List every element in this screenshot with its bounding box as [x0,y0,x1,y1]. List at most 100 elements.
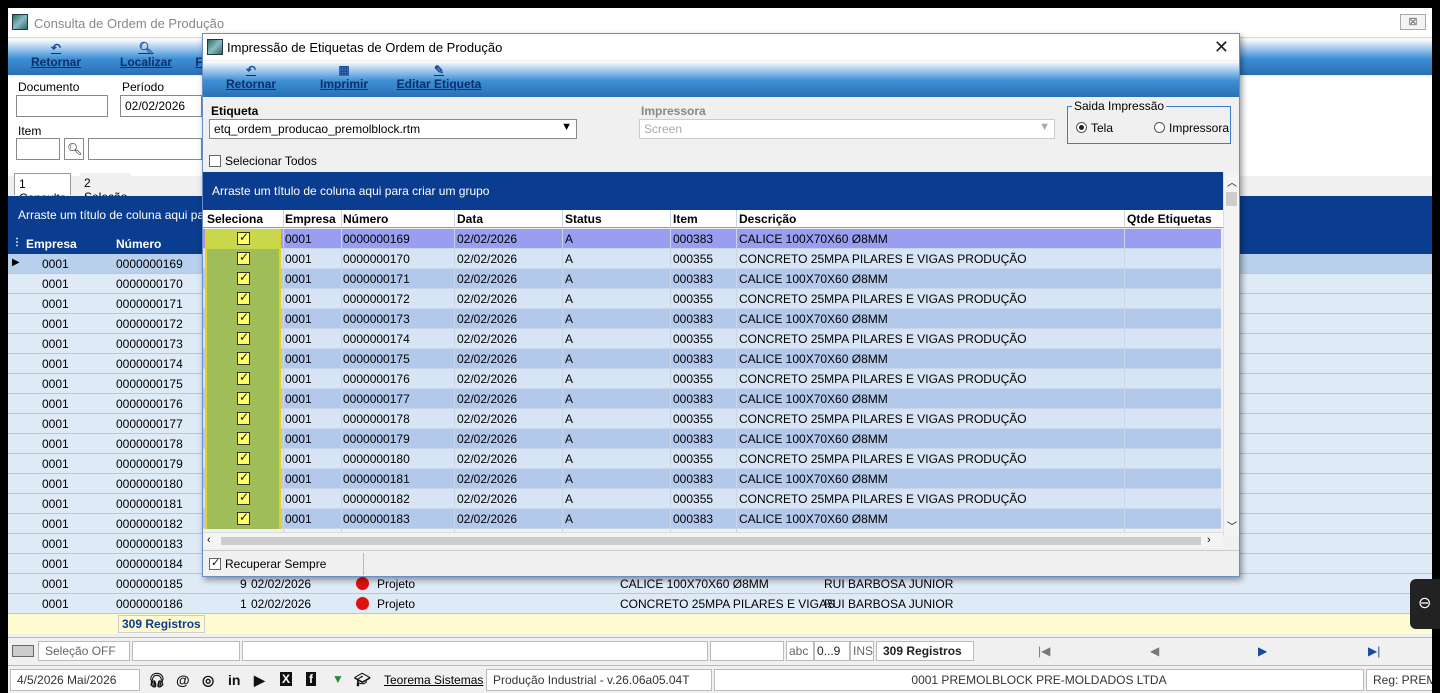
table-row[interactable]: 0001 0000000179 02/02/2026 A 000383 CALICE 10… [203,429,1221,449]
checkbox-checked-icon[interactable] [237,230,250,245]
tab-consulta[interactable]: 1 Consulta [14,173,72,205]
checkbox-checked-icon[interactable] [237,510,250,525]
table-row[interactable]: 0001 0000000175 02/02/2026 A 000383 CALICE 10… [203,349,1221,369]
selecionar-todos-checkbox[interactable]: Selecionar Todos [209,154,317,168]
next-record-icon[interactable]: ▶ [1258,644,1267,658]
col-qtde[interactable]: Qtde Etiquetas [1127,212,1212,226]
instagram-icon[interactable]: ◎ [202,672,214,689]
col-numero[interactable]: Número [343,212,388,226]
seleciona-cell[interactable] [205,349,281,369]
seleciona-cell[interactable] [205,429,281,449]
seleciona-cell[interactable] [205,509,281,529]
search-icon[interactable]: 🔍︎ [64,138,84,160]
col-status[interactable]: Status [565,212,602,226]
checkbox-checked-icon[interactable] [237,290,250,305]
table-row[interactable]: 0001 0000000180 02/02/2026 A 000355 CONCRETO … [203,449,1221,469]
side-panel-toggle[interactable]: ⊖ [1410,579,1440,629]
imprimir-button[interactable]: ▦ Imprimir [315,63,373,91]
checkbox-checked-icon[interactable] [237,450,250,465]
impressora-select[interactable]: Screen ▼ [639,119,1055,139]
table-row[interactable]: 0001 0000000172 02/02/2026 A 000355 CONCRETO … [203,289,1221,309]
checkbox-checked-icon[interactable] [237,470,250,485]
table-row[interactable]: 0001 0000000185 9 02/02/2026 Projeto CAL… [8,574,1432,594]
headphones-icon[interactable]: 🎧︎ [148,672,166,689]
table-row[interactable]: 0001 0000000186 1 02/02/2026 Projeto CON… [8,594,1432,614]
selecao-status[interactable]: Seleção OFF [38,641,130,661]
checkbox-checked-icon[interactable] [237,410,250,425]
table-row[interactable]: 0001 0000000173 02/02/2026 A 000383 CALICE 10… [203,309,1221,329]
table-row[interactable]: 0001 0000000174 02/02/2026 A 000355 CONCRETO … [203,329,1221,349]
seleciona-cell[interactable] [205,289,281,309]
x-icon[interactable]: X [280,672,293,686]
scroll-up-icon[interactable]: ︿ [1227,174,1237,189]
close-icon[interactable]: ✕ [1214,37,1229,58]
col-data[interactable]: Data [457,212,483,226]
table-row[interactable]: 0001 0000000181 02/02/2026 A 000383 CALICE 10… [203,469,1221,489]
checkbox-checked-icon[interactable] [237,430,250,445]
retornar-button[interactable]: ↶ Retornar [26,41,86,69]
localizar-button[interactable]: 🔍︎ Localizar [116,41,176,69]
item-desc-input[interactable] [88,138,202,160]
saida-tela-radio[interactable]: Tela [1076,121,1113,135]
scroll-thumb[interactable] [1226,192,1237,206]
table-row[interactable]: 0001 0000000182 02/02/2026 A 000355 CONCRETO … [203,489,1221,509]
seleciona-cell[interactable] [205,249,281,269]
item-input[interactable] [16,138,60,160]
seleciona-cell[interactable] [205,329,281,349]
seleciona-cell[interactable] [205,269,281,289]
table-row[interactable]: 0001 0000000178 02/02/2026 A 000355 CONCRETO … [203,409,1221,429]
checkbox-checked-icon[interactable] [237,330,250,345]
col-empresa[interactable]: Empresa [26,237,77,251]
table-row[interactable]: 0001 0000000176 02/02/2026 A 000355 CONCRETO … [203,369,1221,389]
recuperar-checkbox[interactable]: Recuperar Sempre [209,556,326,571]
seleciona-cell[interactable] [205,489,281,509]
first-record-icon[interactable]: |◀ [1038,644,1050,658]
teorema-link[interactable]: Teorema Sistemas [384,673,483,687]
restore-icon[interactable]: ⊠ [1400,14,1426,30]
at-icon[interactable]: @ [176,672,190,688]
dialog-retornar-button[interactable]: ↶ Retornar [221,63,281,91]
table-row[interactable]: 0001 0000000171 02/02/2026 A 000383 CALICE 10… [203,269,1221,289]
etiqueta-select[interactable]: etq_ordem_producao_premolblock.rtm ▼ [209,119,577,139]
checkbox-checked-icon[interactable] [237,370,250,385]
saida-impressora-radio[interactable]: Impressora [1154,121,1229,135]
seleciona-cell[interactable] [205,449,281,469]
seleciona-cell[interactable] [205,309,281,329]
col-seleciona[interactable]: Seleciona [207,212,263,226]
seleciona-cell[interactable] [205,409,281,429]
scroll-left-icon[interactable]: ‹ [207,534,211,546]
table-row[interactable]: 0001 0000000183 02/02/2026 A 000383 CALICE 10… [203,509,1221,529]
documento-input[interactable] [16,95,108,117]
checkbox-checked-icon[interactable] [237,270,250,285]
checkbox-checked-icon[interactable] [237,490,250,505]
vertical-scrollbar[interactable]: ︿ ﹀ [1223,172,1239,536]
editar-etiqueta-button[interactable]: ✎ Editar Etiqueta [393,63,485,91]
col-descricao[interactable]: Descrição [739,212,796,226]
col-empresa[interactable]: Empresa [285,212,336,226]
checkbox-checked-icon[interactable] [237,390,250,405]
seleciona-cell[interactable] [205,369,281,389]
prev-record-icon[interactable]: ◀ [1150,644,1159,658]
table-row[interactable]: 0001 0000000169 02/02/2026 A 000383 CALICE 10… [203,229,1221,249]
hscroll-thumb[interactable] [221,537,1201,545]
seleciona-cell[interactable] [205,389,281,409]
youtube-icon[interactable]: ▶ [254,672,265,689]
periodo-input[interactable]: 02/02/2026 [120,95,202,117]
seleciona-cell[interactable] [205,469,281,489]
col-numero[interactable]: Número [116,237,161,251]
seleciona-cell[interactable] [205,229,281,249]
grid-menu-icon[interactable]: ⋮ [12,237,22,248]
checkbox-checked-icon[interactable] [237,310,250,325]
table-row[interactable]: 0001 0000000177 02/02/2026 A 000383 CALICE 10… [203,389,1221,409]
scroll-down-icon[interactable]: ﹀ [1227,518,1237,533]
checkbox-checked-icon[interactable] [237,350,250,365]
linkedin-icon[interactable]: in [228,672,240,688]
last-record-icon[interactable]: ▶| [1368,644,1380,658]
scroll-right-icon[interactable]: › [1207,534,1211,546]
checkbox-checked-icon[interactable] [237,250,250,265]
horizontal-scrollbar[interactable]: ‹ › [203,532,1223,548]
table-row[interactable]: 0001 0000000170 02/02/2026 A 000355 CONCRETO … [203,249,1221,269]
col-item[interactable]: Item [673,212,698,226]
tab-selecao[interactable]: 2 Seleção [80,173,132,204]
facebook-icon[interactable]: f [306,672,316,686]
